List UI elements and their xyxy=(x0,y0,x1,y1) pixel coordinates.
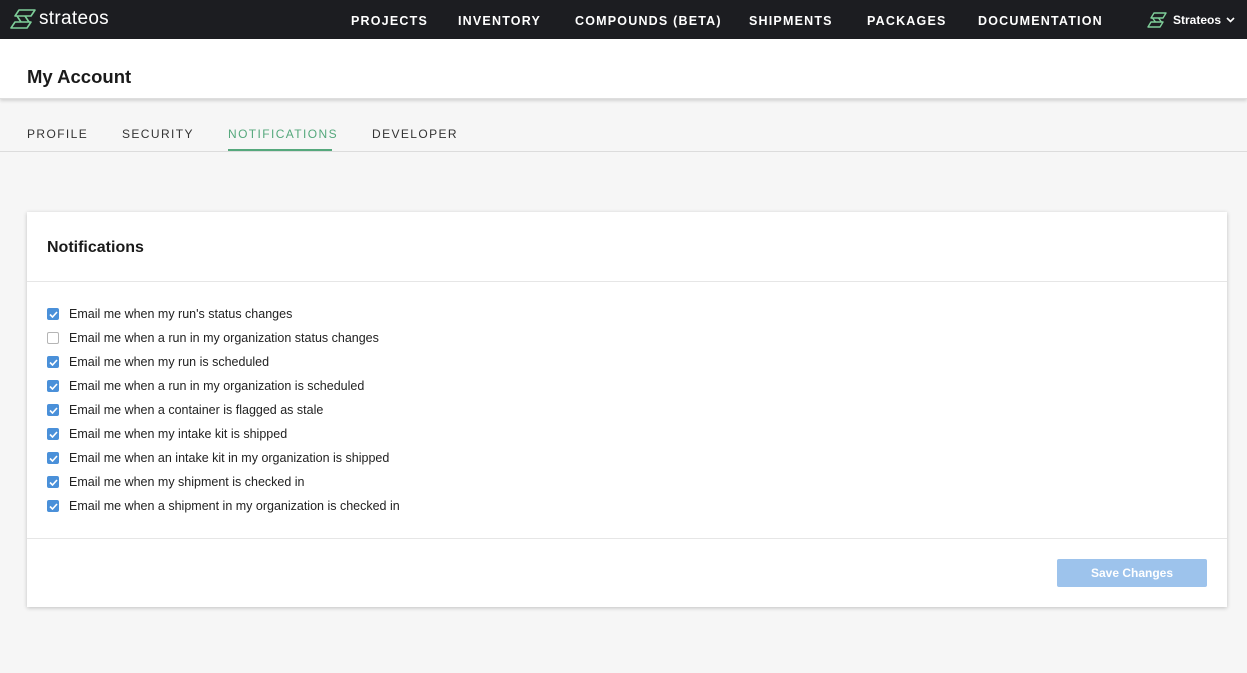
notification-option[interactable]: Email me when my run is scheduled xyxy=(47,354,269,370)
tab-notifications[interactable]: NOTIFICATIONS xyxy=(228,127,338,141)
tab-profile[interactable]: PROFILE xyxy=(27,127,88,141)
account-menu[interactable]: Strateos xyxy=(1147,12,1235,28)
strateos-logo-icon xyxy=(10,9,36,29)
checkmark-icon xyxy=(48,358,58,366)
nav-shipments[interactable]: SHIPMENTS xyxy=(749,14,833,29)
card-footer-divider xyxy=(27,538,1227,539)
notification-option[interactable]: Email me when an intake kit in my organi… xyxy=(47,450,389,466)
chevron-down-icon xyxy=(1226,17,1235,23)
checkmark-icon xyxy=(48,382,58,390)
checkmark-icon xyxy=(48,310,58,318)
notification-checkbox[interactable] xyxy=(47,356,59,368)
checkmark-icon xyxy=(48,502,58,510)
card-title: Notifications xyxy=(47,239,144,256)
nav-documentation[interactable]: DOCUMENTATION xyxy=(978,14,1103,29)
notifications-card: Notifications Email me when my run's sta… xyxy=(27,212,1227,607)
checkmark-icon xyxy=(48,430,58,438)
nav-compounds[interactable]: COMPOUNDS (BETA) xyxy=(575,14,722,29)
notification-option-label: Email me when my shipment is checked in xyxy=(69,474,305,489)
notification-option[interactable]: Email me when my intake kit is shipped xyxy=(47,426,287,442)
notification-option[interactable]: Email me when a shipment in my organizat… xyxy=(47,498,400,514)
save-changes-button[interactable]: Save Changes xyxy=(1057,559,1207,587)
logo-text: strateos xyxy=(39,8,109,29)
nav-projects[interactable]: PROJECTS xyxy=(351,14,428,29)
strateos-logo[interactable]: strateos xyxy=(10,8,109,30)
notification-checkbox[interactable] xyxy=(47,500,59,512)
notification-checkbox[interactable] xyxy=(47,428,59,440)
page-header: My Account xyxy=(0,39,1247,99)
checkmark-icon xyxy=(48,454,58,462)
nav-inventory[interactable]: INVENTORY xyxy=(458,14,541,29)
page-title: My Account xyxy=(27,66,132,87)
notification-checkbox[interactable] xyxy=(47,404,59,416)
notification-option-label: Email me when my intake kit is shipped xyxy=(69,426,288,441)
notification-option[interactable]: Email me when my shipment is checked in xyxy=(47,474,305,490)
tab-developer[interactable]: DEVELOPER xyxy=(372,127,458,141)
notification-option[interactable]: Email me when a run in my organization s… xyxy=(47,330,379,346)
notification-option[interactable]: Email me when a run in my organization i… xyxy=(47,378,364,394)
notification-checkbox[interactable] xyxy=(47,380,59,392)
tab-security[interactable]: SECURITY xyxy=(122,127,194,141)
notification-option-label: Email me when a container is flagged as … xyxy=(69,402,324,417)
notification-option-label: Email me when a run in my organization s… xyxy=(69,330,379,345)
card-header-divider xyxy=(27,281,1227,282)
checkmark-icon xyxy=(48,478,58,486)
checkmark-icon xyxy=(48,406,58,414)
notification-option-label: Email me when a shipment in my organizat… xyxy=(69,498,400,513)
notification-checkbox[interactable] xyxy=(47,476,59,488)
tabs-divider xyxy=(0,151,1247,152)
notification-option[interactable]: Email me when my run's status changes xyxy=(47,306,292,322)
notification-option-label: Email me when my run is scheduled xyxy=(69,354,270,369)
notification-option[interactable]: Email me when a container is flagged as … xyxy=(47,402,323,418)
notification-option-label: Email me when an intake kit in my organi… xyxy=(69,450,390,465)
nav-packages[interactable]: PACKAGES xyxy=(867,14,947,29)
notification-checkbox[interactable] xyxy=(47,332,59,344)
notification-checkbox[interactable] xyxy=(47,308,59,320)
notification-option-label: Email me when my run's status changes xyxy=(69,306,293,321)
account-name: Strateos xyxy=(1173,13,1222,27)
notification-option-label: Email me when a run in my organization i… xyxy=(69,378,365,393)
top-navigation-bar: strateos PROJECTS INVENTORY COMPOUNDS (B… xyxy=(0,0,1247,39)
notification-checkbox[interactable] xyxy=(47,452,59,464)
org-logo-icon xyxy=(1147,12,1167,28)
